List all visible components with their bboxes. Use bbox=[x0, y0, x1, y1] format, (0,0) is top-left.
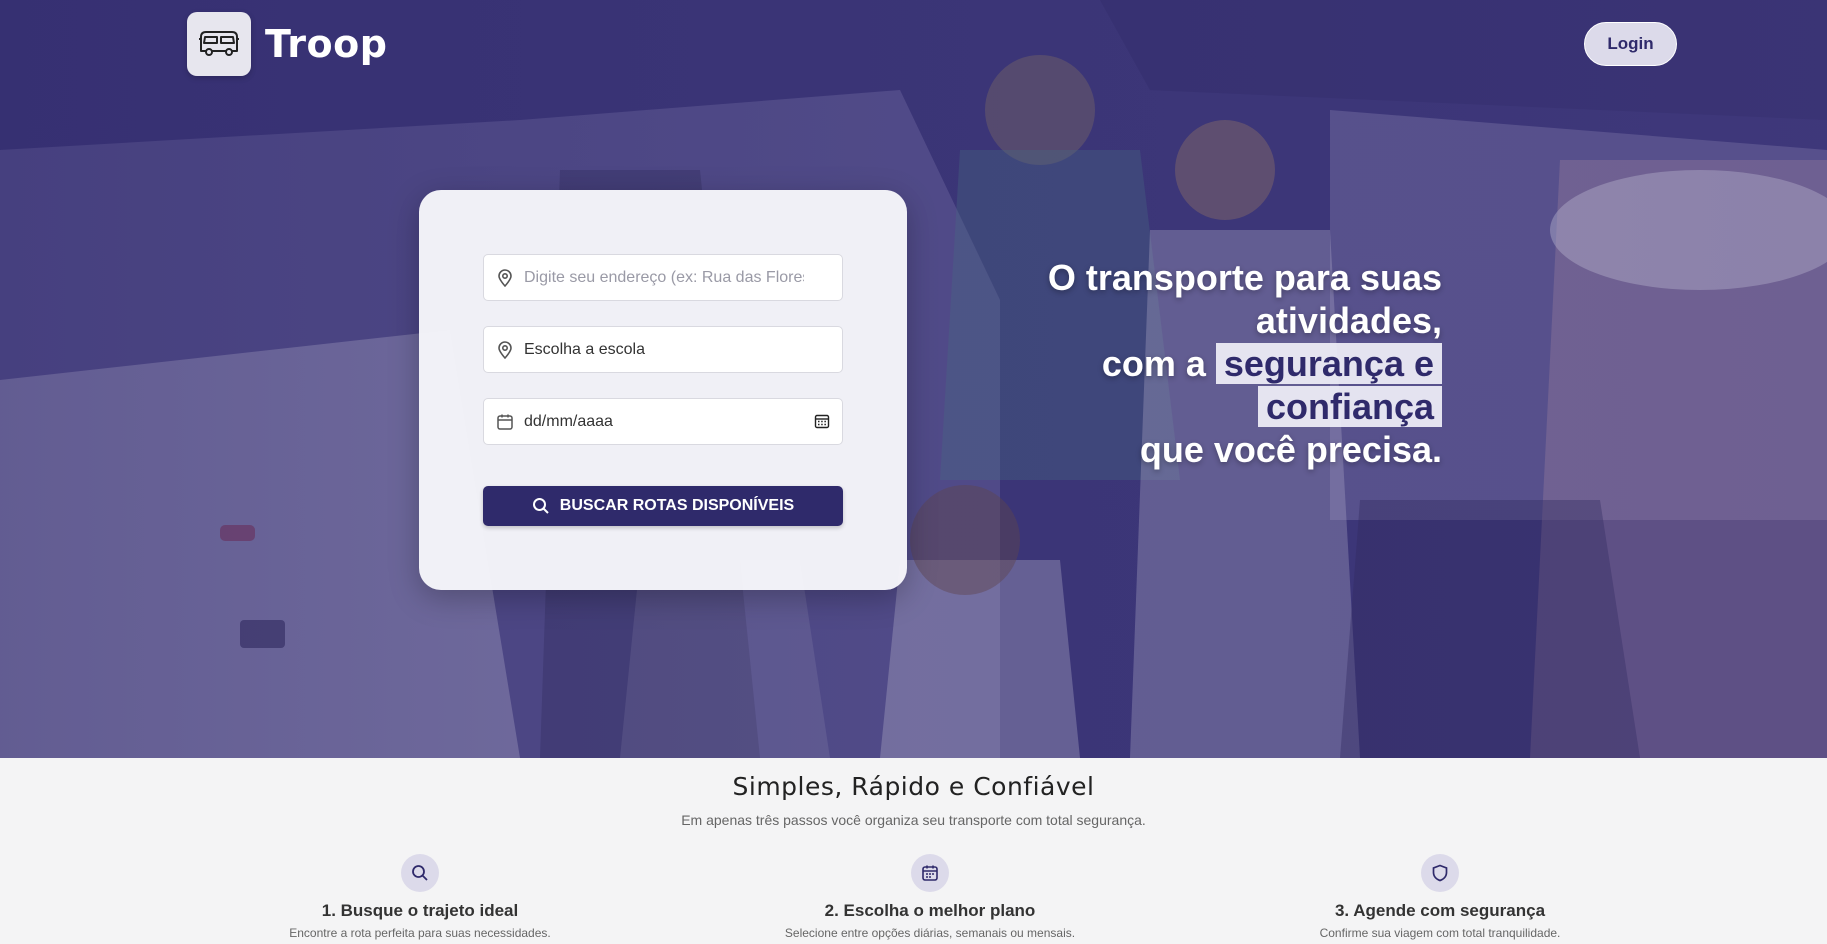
date-field[interactable]: dd/mm/aaaa bbox=[483, 398, 843, 445]
address-field[interactable] bbox=[483, 254, 843, 301]
step-card: 2. Escolha o melhor plano Selecione entr… bbox=[740, 854, 1120, 940]
step-icon-circle bbox=[1421, 854, 1459, 892]
van-icon bbox=[199, 31, 239, 56]
headline-highlight-2: confiança bbox=[1257, 386, 1442, 427]
step-description: Selecione entre opções diárias, semanais… bbox=[784, 926, 1076, 940]
school-select[interactable]: Escolha a escola bbox=[483, 326, 843, 373]
login-button[interactable]: Login bbox=[1584, 22, 1677, 66]
brand-name[interactable]: Troop bbox=[265, 22, 387, 66]
step-title: 2. Escolha o melhor plano bbox=[824, 901, 1036, 920]
calendar-icon bbox=[922, 865, 938, 881]
address-input[interactable] bbox=[524, 268, 804, 287]
headline-line-2: atividades, bbox=[1255, 300, 1442, 341]
hero-headline: O transporte para suas atividades, com a… bbox=[1048, 256, 1442, 471]
location-pin-icon bbox=[496, 268, 514, 287]
school-select-value: Escolha a escola bbox=[524, 340, 645, 358]
headline-line-1: O transporte para suas bbox=[1047, 257, 1442, 298]
search-icon bbox=[412, 865, 428, 881]
step-title: 3. Agende com segurança bbox=[1334, 901, 1546, 920]
date-input-value: dd/mm/aaaa bbox=[524, 412, 613, 430]
calendar-icon bbox=[496, 413, 514, 431]
date-picker-icon[interactable] bbox=[814, 413, 830, 434]
step-title: 1. Busque o trajeto ideal bbox=[321, 901, 519, 920]
search-card: Escolha a escola dd/mm/aaaa BUSCAR ROTAS… bbox=[419, 190, 907, 590]
logo[interactable] bbox=[187, 12, 251, 76]
headline-prefix: com a bbox=[1101, 343, 1206, 384]
search-routes-button[interactable]: BUSCAR ROTAS DISPONÍVEIS bbox=[483, 486, 843, 526]
hero-section: Troop Login Escolha a escola dd/mm/aaaa bbox=[0, 0, 1827, 758]
headline-line-5: que você precisa. bbox=[1139, 429, 1442, 470]
hero-overlay bbox=[0, 0, 1827, 758]
step-icon-circle bbox=[401, 854, 439, 892]
search-icon bbox=[532, 498, 549, 514]
headline-highlight-1: segurança e bbox=[1215, 343, 1442, 384]
step-card: 3. Agende com segurança Confirme sua via… bbox=[1250, 854, 1630, 940]
search-routes-label: BUSCAR ROTAS DISPONÍVEIS bbox=[559, 497, 795, 514]
headline-line-4: confiança bbox=[1048, 385, 1442, 428]
step-card: 1. Busque o trajeto ideal Encontre a rot… bbox=[230, 854, 610, 940]
section-subtitle: Em apenas três passos você organiza seu … bbox=[681, 812, 1146, 828]
shield-icon bbox=[1432, 864, 1448, 882]
step-icon-circle bbox=[911, 854, 949, 892]
location-pin-icon bbox=[496, 340, 514, 359]
step-description: Encontre a rota perfeita para suas neces… bbox=[289, 926, 551, 940]
section-title: Simples, Rápido e Confiável bbox=[732, 772, 1095, 801]
step-description: Confirme sua viagem com total tranquilid… bbox=[1319, 926, 1561, 940]
headline-line-3: com a segurança e bbox=[1048, 342, 1442, 385]
how-it-works-section: Simples, Rápido e Confiável Em apenas tr… bbox=[0, 758, 1827, 944]
